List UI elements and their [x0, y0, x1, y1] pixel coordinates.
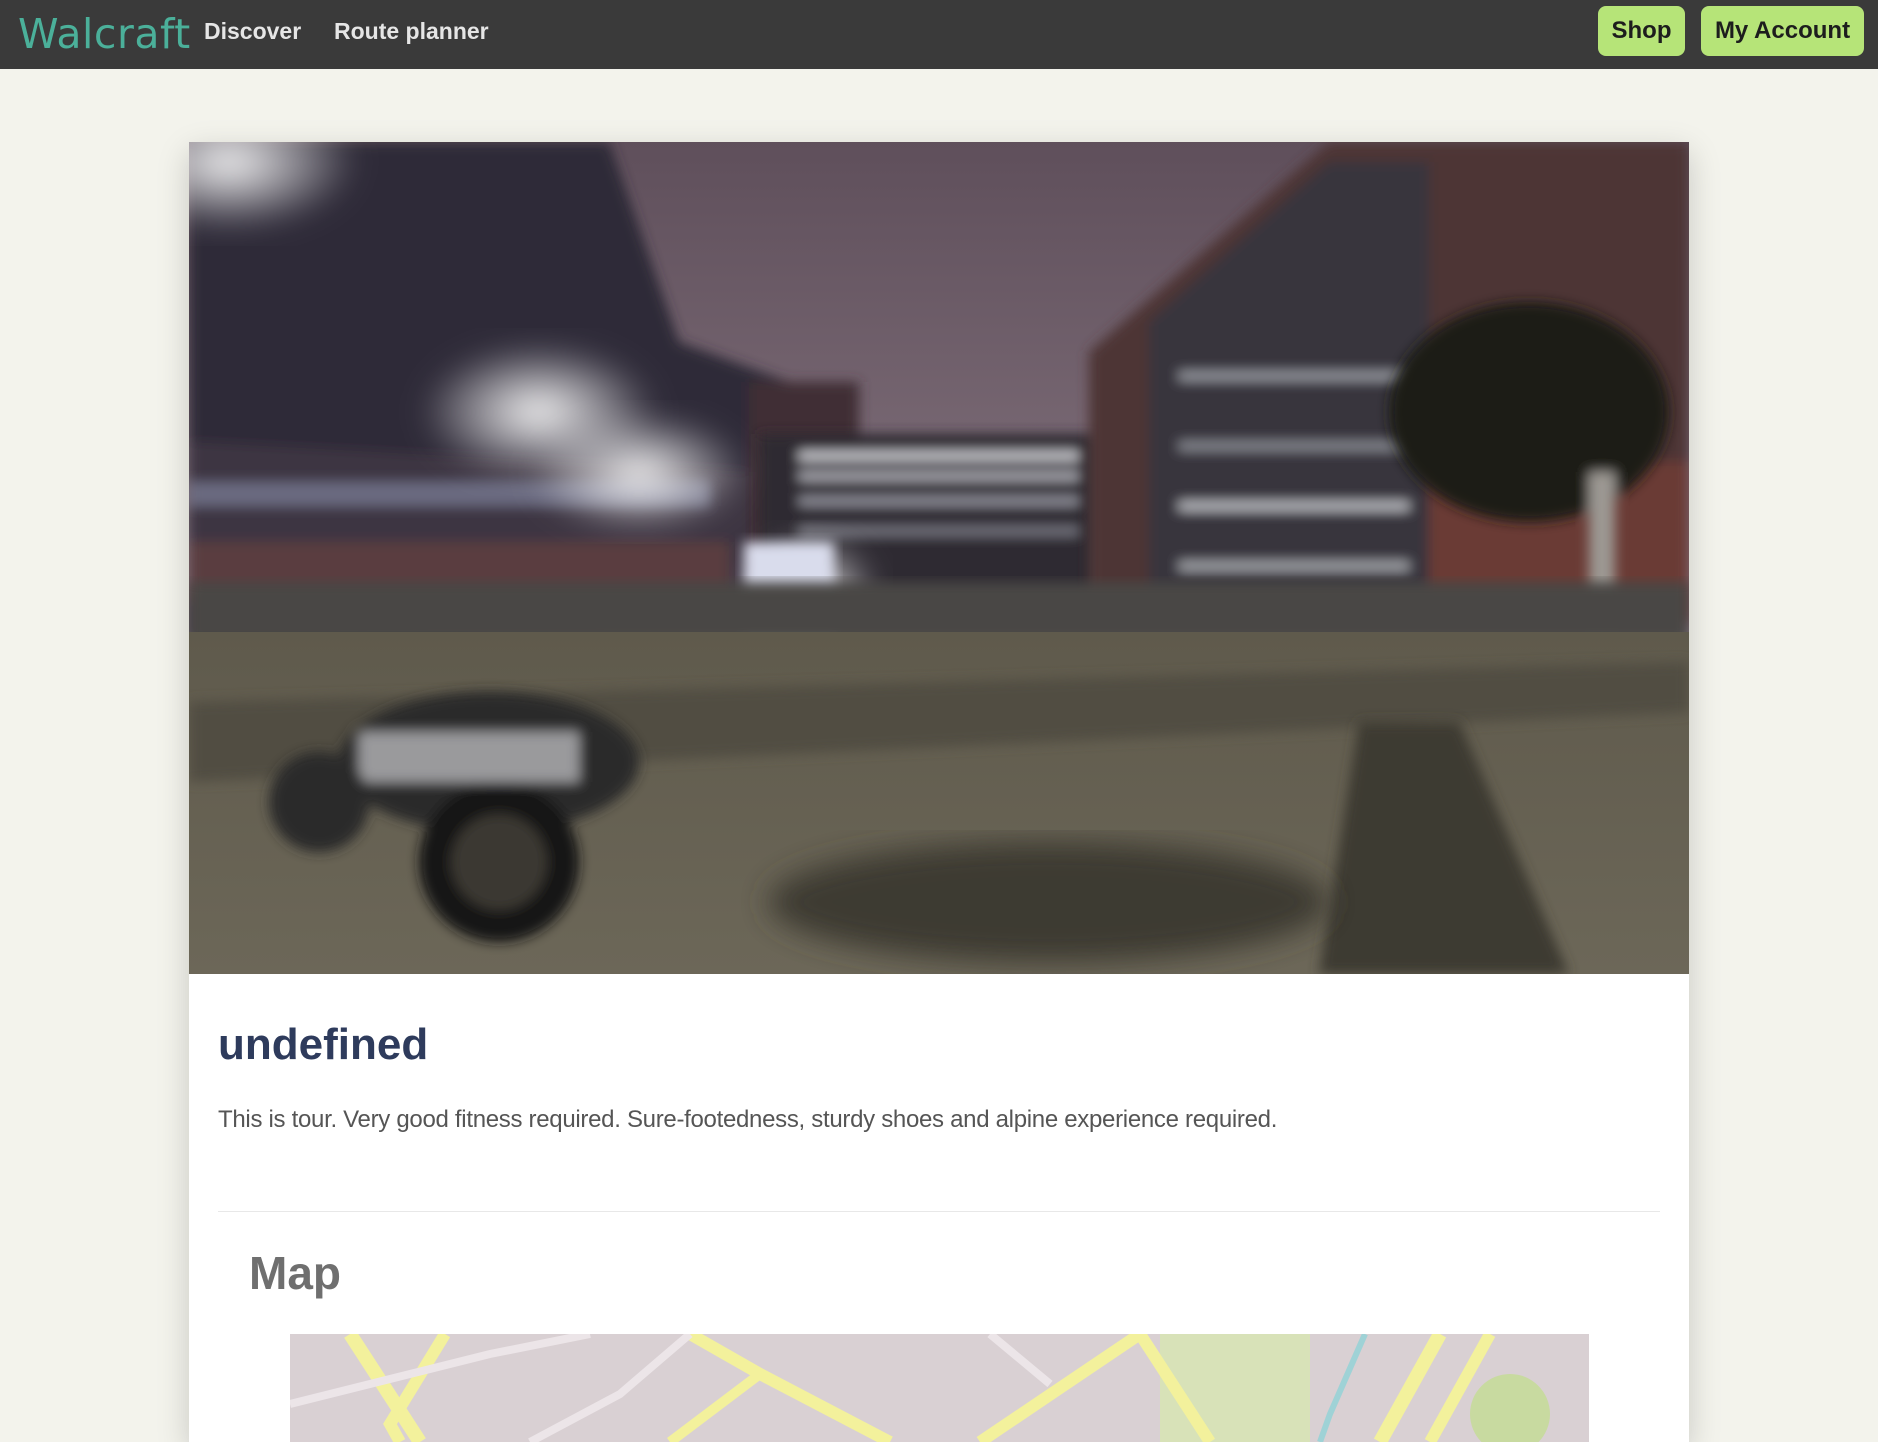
- route-map[interactable]: [290, 1334, 1589, 1442]
- tour-title: undefined: [218, 1020, 429, 1069]
- map-heading: Map: [249, 1247, 341, 1299]
- tour-card: undefined This is tour. Very good fitnes…: [189, 142, 1689, 1442]
- tour-photo: [189, 142, 1689, 974]
- nav-link-route-planner[interactable]: Route planner: [334, 18, 489, 45]
- top-navbar: Walcraft Discover Route planner Shop My …: [0, 0, 1878, 69]
- brand-logo[interactable]: Walcraft: [18, 6, 191, 62]
- nav-link-discover[interactable]: Discover: [204, 18, 301, 45]
- my-account-button[interactable]: My Account: [1701, 6, 1864, 56]
- tour-description: This is tour. Very good fitness required…: [218, 1106, 1278, 1133]
- shop-button[interactable]: Shop: [1598, 6, 1685, 56]
- section-divider: [218, 1211, 1660, 1212]
